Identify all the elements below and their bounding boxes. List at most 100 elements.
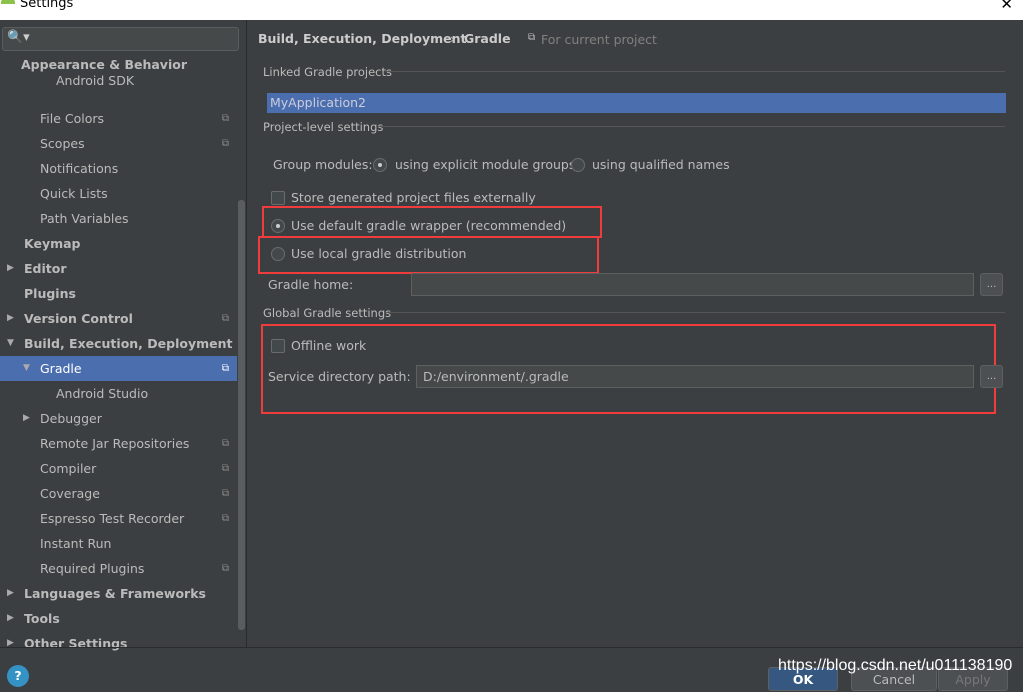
sidebar-item-label: Espresso Test Recorder	[40, 511, 185, 526]
radio-qualified-names[interactable]	[571, 158, 585, 172]
group-modules-label: Group modules:	[273, 157, 373, 172]
project-scope-icon: ⧉	[221, 563, 229, 574]
sidebar-item-label: Languages & Frameworks	[24, 586, 206, 601]
collapsed-arrow-icon[interactable]: ▶	[7, 581, 14, 606]
project-scope-icon: ⧉	[221, 438, 229, 449]
search-input[interactable]: 🔍▾	[2, 27, 239, 51]
service-directory-input[interactable]: D:/environment/.gradle	[416, 365, 974, 388]
sidebar-item[interactable]: Coverage ⧉	[0, 481, 237, 506]
gradle-home-label: Gradle home:	[268, 277, 354, 292]
radio-explicit-groups[interactable]	[373, 158, 387, 172]
sidebar-item-label: Gradle	[40, 361, 82, 376]
scope-label: For current project	[541, 32, 657, 47]
sidebar-item-label: Required Plugins	[40, 561, 145, 576]
project-scope-icon: ⧉	[221, 138, 229, 149]
collapsed-arrow-icon[interactable]: ▶	[7, 256, 14, 281]
offline-work-checkbox[interactable]	[271, 339, 285, 353]
breadcrumb-current: Gradle	[464, 31, 511, 46]
store-external-checkbox[interactable]	[271, 191, 285, 205]
section-linked: Linked Gradle projects	[263, 65, 392, 79]
store-external-label: Store generated project files externally	[291, 190, 536, 205]
sidebar-item-label: Debugger	[40, 411, 102, 426]
sidebar-item-label: Keymap	[24, 236, 81, 251]
sidebar-item[interactable]: Plugins	[0, 281, 237, 306]
radio-local-distribution[interactable]	[271, 247, 285, 261]
sidebar-scrollbar[interactable]	[238, 200, 245, 630]
sidebar-item[interactable]: Android SDK	[0, 74, 237, 88]
default-wrapper-label: Use default gradle wrapper (recommended)	[291, 218, 567, 233]
window-title: Settings	[20, 0, 74, 11]
expanded-arrow-icon[interactable]: ▼	[7, 331, 14, 356]
service-directory-label: Service directory path:	[268, 369, 411, 384]
project-scope-icon: ⧉	[221, 513, 229, 524]
sidebar-item[interactable]: ▼ Gradle ⧉	[0, 356, 237, 381]
sidebar-item[interactable]: ▶ Editor	[0, 256, 237, 281]
help-button[interactable]: ?	[7, 665, 29, 687]
project-scope-icon: ⧉	[221, 363, 229, 374]
project-scope-icon: ⧉	[221, 488, 229, 499]
collapsed-arrow-icon[interactable]: ▶	[23, 406, 30, 431]
gradle-home-browse-button[interactable]: ...	[980, 273, 1003, 296]
sidebar-item-label: Tools	[24, 611, 60, 626]
sidebar-item[interactable]: ▶ Version Control ⧉	[0, 306, 237, 331]
watermark: https://blog.csdn.net/u011138190	[778, 657, 1013, 674]
sidebar-item[interactable]: Appearance & Behavior	[0, 56, 237, 74]
project-scope-icon: ⧉	[221, 313, 229, 324]
sidebar-item-label: Quick Lists	[40, 186, 108, 201]
close-button[interactable]: ✕	[1000, 0, 1013, 13]
sidebar-item[interactable]: Notifications	[0, 156, 237, 181]
sidebar-item-label: Compiler	[40, 461, 97, 476]
qualified-names-label: using qualified names	[592, 157, 730, 172]
sidebar-item[interactable]: Path Variables	[0, 206, 237, 231]
sidebar-item[interactable]: Keymap	[0, 231, 237, 256]
sidebar-item-label: Android Studio	[56, 386, 149, 401]
sidebar-item-label: Remote Jar Repositories	[40, 436, 190, 451]
collapsed-arrow-icon[interactable]: ▶	[7, 306, 14, 331]
sidebar-item[interactable]: ▶ Languages & Frameworks	[0, 581, 237, 606]
dialog-footer: ? OK Cancel Apply https://blog.csdn.net/…	[0, 647, 1023, 691]
sidebar-item[interactable]: File Colors ⧉	[0, 106, 237, 131]
sidebar-item[interactable]: Remote Jar Repositories ⧉	[0, 431, 237, 456]
sidebar-item-label: File Colors	[40, 111, 105, 126]
sidebar-item[interactable]: Espresso Test Recorder ⧉	[0, 506, 237, 531]
sidebar-item-label: Coverage	[40, 486, 100, 501]
offline-work-label: Offline work	[291, 338, 367, 353]
sidebar-item-label: Notifications	[40, 161, 119, 176]
section-global: Global Gradle settings	[263, 306, 392, 320]
gradle-settings-panel: Build, Execution, Deployment › Gradle ⧉ …	[248, 20, 1023, 647]
sidebar-item-label: Build, Execution, Deployment	[24, 336, 233, 351]
sidebar-item[interactable]: ▶ Tools	[0, 606, 237, 631]
settings-sidebar: 🔍▾ Appearance & Behavior Android SDK File …	[0, 20, 247, 651]
title-bar: Settings ✕	[0, 0, 1023, 20]
copy-icon: ⧉	[528, 32, 536, 43]
expanded-arrow-icon[interactable]: ▼	[23, 356, 30, 381]
breadcrumb-parent: Build, Execution, Deployment	[258, 31, 467, 46]
sidebar-item[interactable]: Scopes ⧉	[0, 131, 237, 156]
linked-project-item[interactable]: MyApplication2	[267, 93, 1006, 113]
explicit-groups-label: using explicit module groups	[395, 157, 576, 172]
sidebar-item[interactable]: Instant Run	[0, 531, 237, 556]
sidebar-item-label: Version Control	[24, 311, 133, 326]
service-directory-browse-button[interactable]: ...	[980, 365, 1003, 388]
sidebar-item-label: Scopes	[40, 136, 85, 151]
sidebar-item-label: Android SDK	[56, 73, 135, 88]
sidebar-item[interactable]: ▶ Debugger	[0, 406, 237, 431]
sidebar-item-label: Editor	[24, 261, 67, 276]
sidebar-item-label: Path Variables	[40, 211, 129, 226]
sidebar-item[interactable]: Android Studio	[0, 381, 237, 406]
local-distribution-label: Use local gradle distribution	[291, 246, 467, 261]
sidebar-item[interactable]: Quick Lists	[0, 181, 237, 206]
breadcrumb-separator: ›	[450, 31, 455, 46]
sidebar-item[interactable]: Compiler ⧉	[0, 456, 237, 481]
sidebar-item-label: Appearance & Behavior	[21, 57, 187, 72]
android-icon	[1, 0, 15, 4]
project-scope-icon: ⧉	[221, 113, 229, 124]
gradle-home-input[interactable]	[411, 273, 974, 296]
sidebar-item-label: Instant Run	[40, 536, 112, 551]
section-project-level: Project-level settings	[263, 120, 384, 134]
collapsed-arrow-icon[interactable]: ▶	[7, 606, 14, 631]
search-icon: 🔍▾	[7, 30, 30, 45]
sidebar-item[interactable]: Required Plugins ⧉	[0, 556, 237, 581]
radio-default-wrapper[interactable]	[271, 219, 285, 233]
sidebar-item[interactable]: ▼ Build, Execution, Deployment	[0, 331, 237, 356]
